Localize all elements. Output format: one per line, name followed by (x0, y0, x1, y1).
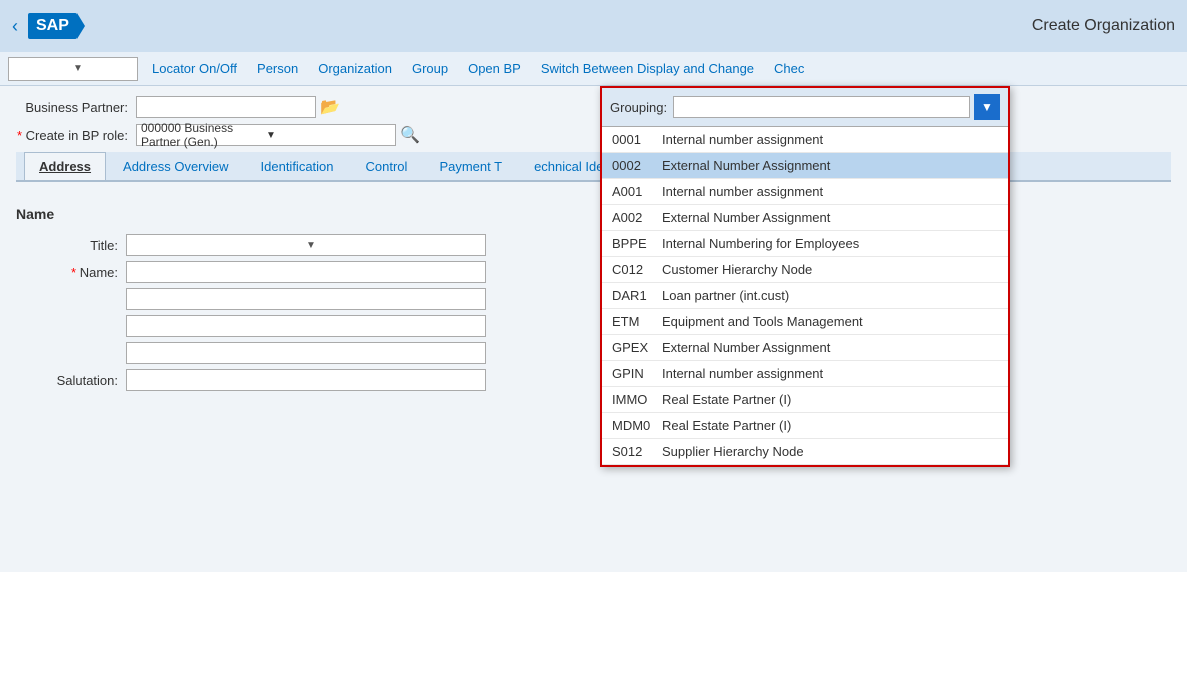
grouping-label: Grouping: (610, 100, 667, 115)
grouping-item[interactable]: MDM0 Real Estate Partner (I) (602, 413, 1008, 439)
grouping-header: Grouping: ▼ (602, 88, 1008, 127)
tab-identification[interactable]: Identification (246, 152, 349, 180)
content-area: Business Partner: 📂 Create in BP role: 0… (0, 86, 1187, 192)
grouping-item[interactable]: A001 Internal number assignment (602, 179, 1008, 205)
grouping-list: 0001 Internal number assignment0002 Exte… (602, 127, 1008, 465)
grouping-item[interactable]: 0002 External Number Assignment (602, 153, 1008, 179)
grouping-item[interactable]: GPEX External Number Assignment (602, 335, 1008, 361)
grouping-item[interactable]: IMMO Real Estate Partner (I) (602, 387, 1008, 413)
person-button[interactable]: Person (251, 59, 304, 78)
grouping-code: BPPE (612, 236, 662, 251)
name-label: Name: (46, 265, 126, 280)
name-input-3[interactable] (126, 315, 486, 337)
bp-role-arrow-icon: ▼ (266, 130, 391, 141)
grouping-item[interactable]: ETM Equipment and Tools Management (602, 309, 1008, 335)
grouping-code: S012 (612, 444, 662, 459)
header: ‹ SAP Create Organization (0, 0, 1187, 52)
grouping-desc: Supplier Hierarchy Node (662, 444, 804, 459)
title-arrow-icon: ▼ (306, 240, 481, 251)
grouping-input[interactable] (673, 96, 970, 118)
grouping-desc: External Number Assignment (662, 158, 830, 173)
grouping-item[interactable]: C012 Customer Hierarchy Node (602, 257, 1008, 283)
page-title: Create Organization (1032, 17, 1175, 35)
grouping-desc: Equipment and Tools Management (662, 314, 863, 329)
tab-payment-t[interactable]: Payment T (424, 152, 517, 180)
sap-logo: SAP (28, 13, 77, 39)
grouping-item[interactable]: DAR1 Loan partner (int.cust) (602, 283, 1008, 309)
grouping-code: IMMO (612, 392, 662, 407)
grouping-code: GPEX (612, 340, 662, 355)
grouping-desc: Internal number assignment (662, 132, 823, 147)
grouping-desc: Real Estate Partner (I) (662, 392, 791, 407)
grouping-desc: Internal Numbering for Employees (662, 236, 859, 251)
grouping-code: MDM0 (612, 418, 662, 433)
grouping-desc: Internal number assignment (662, 366, 823, 381)
back-button[interactable]: ‹ (12, 16, 18, 37)
tab-control[interactable]: Control (351, 152, 423, 180)
grouping-code: 0001 (612, 132, 662, 147)
grouping-item[interactable]: A002 External Number Assignment (602, 205, 1008, 231)
salutation-label: Salutation: (46, 373, 126, 388)
bp-role-dropdown[interactable]: 000000 Business Partner (Gen.) ▼ (136, 124, 396, 146)
locator-button[interactable]: Locator On/Off (146, 59, 243, 78)
salutation-input[interactable] (126, 369, 486, 391)
tab-address-overview[interactable]: Address Overview (108, 152, 243, 180)
grouping-code: A001 (612, 184, 662, 199)
grouping-item[interactable]: GPIN Internal number assignment (602, 361, 1008, 387)
open-bp-button[interactable]: Open BP (462, 59, 527, 78)
grouping-desc: Customer Hierarchy Node (662, 262, 812, 277)
bp-role-search-button[interactable]: 🔍 (400, 125, 420, 145)
grouping-code: C012 (612, 262, 662, 277)
grouping-code: DAR1 (612, 288, 662, 303)
bp-role-value: 000000 Business Partner (Gen.) (141, 121, 266, 149)
check-button[interactable]: Chec (768, 59, 810, 78)
grouping-desc: External Number Assignment (662, 210, 830, 225)
grouping-desc: External Number Assignment (662, 340, 830, 355)
grouping-code: 0002 (612, 158, 662, 173)
grouping-item[interactable]: 0001 Internal number assignment (602, 127, 1008, 153)
grouping-expand-button[interactable]: ▼ (974, 94, 1000, 120)
name-input-1[interactable] (126, 261, 486, 283)
title-label: Title: (46, 238, 126, 253)
grouping-item[interactable]: S012 Supplier Hierarchy Node (602, 439, 1008, 465)
business-partner-input[interactable] (136, 96, 316, 118)
grouping-item[interactable]: BPPE Internal Numbering for Employees (602, 231, 1008, 257)
grouping-code: GPIN (612, 366, 662, 381)
title-dropdown[interactable]: ▼ (126, 234, 486, 256)
name-input-2[interactable] (126, 288, 486, 310)
tab-address[interactable]: Address (24, 152, 106, 180)
organization-button[interactable]: Organization (312, 59, 398, 78)
grouping-desc: Real Estate Partner (I) (662, 418, 791, 433)
grouping-desc: Loan partner (int.cust) (662, 288, 789, 303)
group-button[interactable]: Group (406, 59, 454, 78)
grouping-desc: Internal number assignment (662, 184, 823, 199)
name-input-4[interactable] (126, 342, 486, 364)
grouping-code: A002 (612, 210, 662, 225)
business-partner-label: Business Partner: (16, 100, 136, 115)
toolbar-dropdown-arrow-icon: ▼ (73, 63, 131, 74)
grouping-code: ETM (612, 314, 662, 329)
business-partner-icon-button[interactable]: 📂 (320, 97, 340, 117)
toolbar-dropdown[interactable]: ▼ (8, 57, 138, 81)
switch-display-change-button[interactable]: Switch Between Display and Change (535, 59, 760, 78)
bp-role-label: Create in BP role: (16, 128, 136, 143)
toolbar: ▼ Locator On/Off Person Organization Gro… (0, 52, 1187, 86)
grouping-popup: Grouping: ▼ 0001 Internal number assignm… (600, 86, 1010, 467)
